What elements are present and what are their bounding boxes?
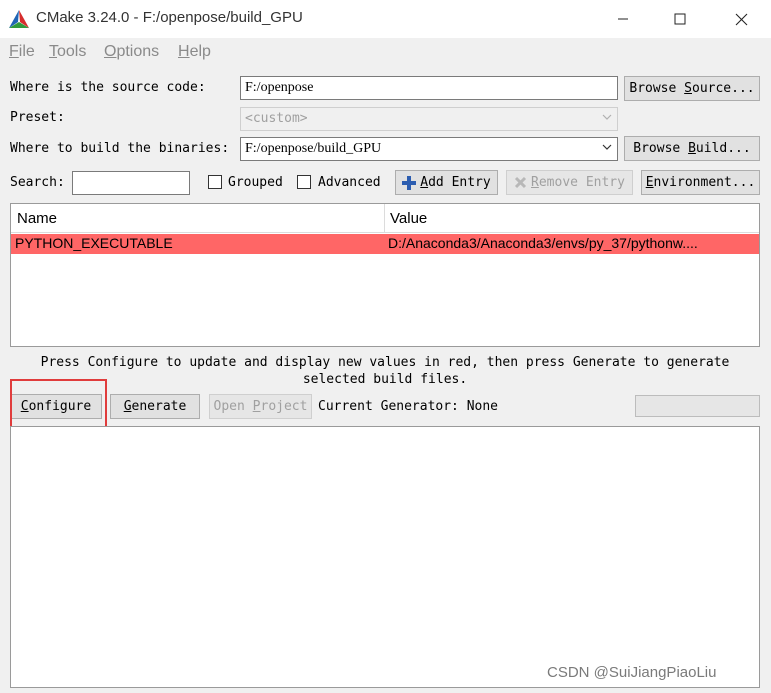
build-path-combo[interactable]: F:/openpose/build_GPU [240, 137, 618, 161]
menu-help[interactable]: Help [178, 43, 211, 61]
advanced-label: Advanced [318, 175, 381, 190]
row-value-cell[interactable]: D:/Anaconda3/Anaconda3/envs/py_37/python… [388, 235, 756, 251]
menu-help-label: elp [189, 43, 211, 60]
preset-value: <custom> [245, 111, 308, 126]
menu-help-accel: H [178, 43, 190, 60]
close-button[interactable] [718, 0, 764, 38]
build-label: Where to build the binaries: [10, 141, 230, 156]
progress-bar [635, 395, 760, 417]
remove-entry-label: emove Entry [538, 175, 625, 190]
generate-label: enerate [131, 399, 187, 414]
menu-options-accel: O [104, 43, 117, 60]
build-path-value: F:/openpose/build_GPU [245, 141, 382, 156]
search-input[interactable] [72, 171, 190, 195]
menu-options-label: ptions [116, 43, 160, 60]
browse-source-prefix: Browse [629, 81, 685, 96]
environment-label: nvironment... [653, 175, 756, 190]
add-entry-button[interactable]: Add Entry [395, 170, 498, 195]
remove-entry-accel: R [531, 175, 539, 190]
add-entry-label: dd Entry [428, 175, 491, 190]
preset-select: <custom> [240, 107, 618, 131]
menu-tools-label: ools [57, 43, 87, 60]
cache-table[interactable]: Name Value PYTHON_EXECUTABLE D:/Anaconda… [10, 203, 760, 347]
open-project-button: Open Project [209, 394, 312, 419]
output-log[interactable] [10, 426, 760, 688]
remove-x-icon [514, 176, 527, 189]
environment-accel: E [645, 175, 654, 190]
browse-source-rest: ource... [692, 81, 755, 96]
chevron-down-icon [602, 114, 612, 120]
menu-file-label: ile [18, 43, 35, 60]
advanced-checkbox[interactable] [297, 175, 311, 189]
menu-tools[interactable]: Tools [49, 43, 86, 61]
table-row[interactable]: PYTHON_EXECUTABLE D:/Anaconda3/Anaconda3… [11, 234, 759, 254]
browse-build-rest: uild... [695, 141, 751, 156]
browse-source-accel: S [684, 81, 692, 96]
chevron-down-icon [602, 144, 612, 150]
open-project-accel: P [252, 399, 261, 414]
open-project-prefix: Open [213, 399, 253, 414]
browse-source-button[interactable]: Browse Source... [624, 76, 760, 101]
maximize-icon [674, 13, 686, 25]
browse-build-prefix: Browse [633, 141, 689, 156]
hint-text: Press Configure to update and display ne… [40, 355, 730, 387]
open-project-rest: roject [260, 399, 308, 414]
watermark: CSDN @SuiJiangPiaoLiu [547, 664, 717, 681]
current-generator-label: Current Generator: None [318, 399, 499, 414]
menu-file[interactable]: File [9, 43, 35, 61]
maximize-button[interactable] [657, 0, 703, 38]
add-entry-accel: A [420, 175, 429, 190]
source-label: Where is the source code: [10, 80, 206, 95]
menu-options[interactable]: Options [104, 43, 159, 61]
column-header-value[interactable]: Value [385, 204, 759, 233]
plus-icon [402, 175, 417, 190]
column-header-name[interactable]: Name [11, 204, 385, 233]
configure-highlight [10, 379, 107, 429]
generate-accel: G [123, 399, 132, 414]
menu-file-accel: F [9, 43, 19, 60]
source-path-input[interactable]: F:/openpose [240, 76, 618, 100]
browse-build-button[interactable]: Browse Build... [624, 136, 760, 161]
row-name-cell: PYTHON_EXECUTABLE [15, 235, 173, 251]
remove-entry-button: Remove Entry [506, 170, 633, 195]
title-bar: CMake 3.24.0 - F:/openpose/build_GPU [0, 0, 771, 38]
grouped-label: Grouped [228, 175, 283, 190]
environment-button[interactable]: Environment... [641, 170, 760, 195]
cmake-logo-icon [9, 10, 29, 28]
minimize-button[interactable] [600, 0, 646, 38]
preset-label: Preset: [10, 110, 65, 125]
browse-build-accel: B [688, 141, 696, 156]
close-icon [735, 13, 747, 25]
menu-tools-accel: T [49, 43, 57, 60]
grouped-checkbox[interactable] [208, 175, 222, 189]
search-label: Search: [10, 175, 65, 190]
menu-bar: File Tools Options Help [0, 38, 771, 66]
window-title: CMake 3.24.0 - F:/openpose/build_GPU [36, 9, 303, 26]
minimize-icon [618, 18, 628, 20]
generate-button[interactable]: Generate [110, 394, 200, 419]
